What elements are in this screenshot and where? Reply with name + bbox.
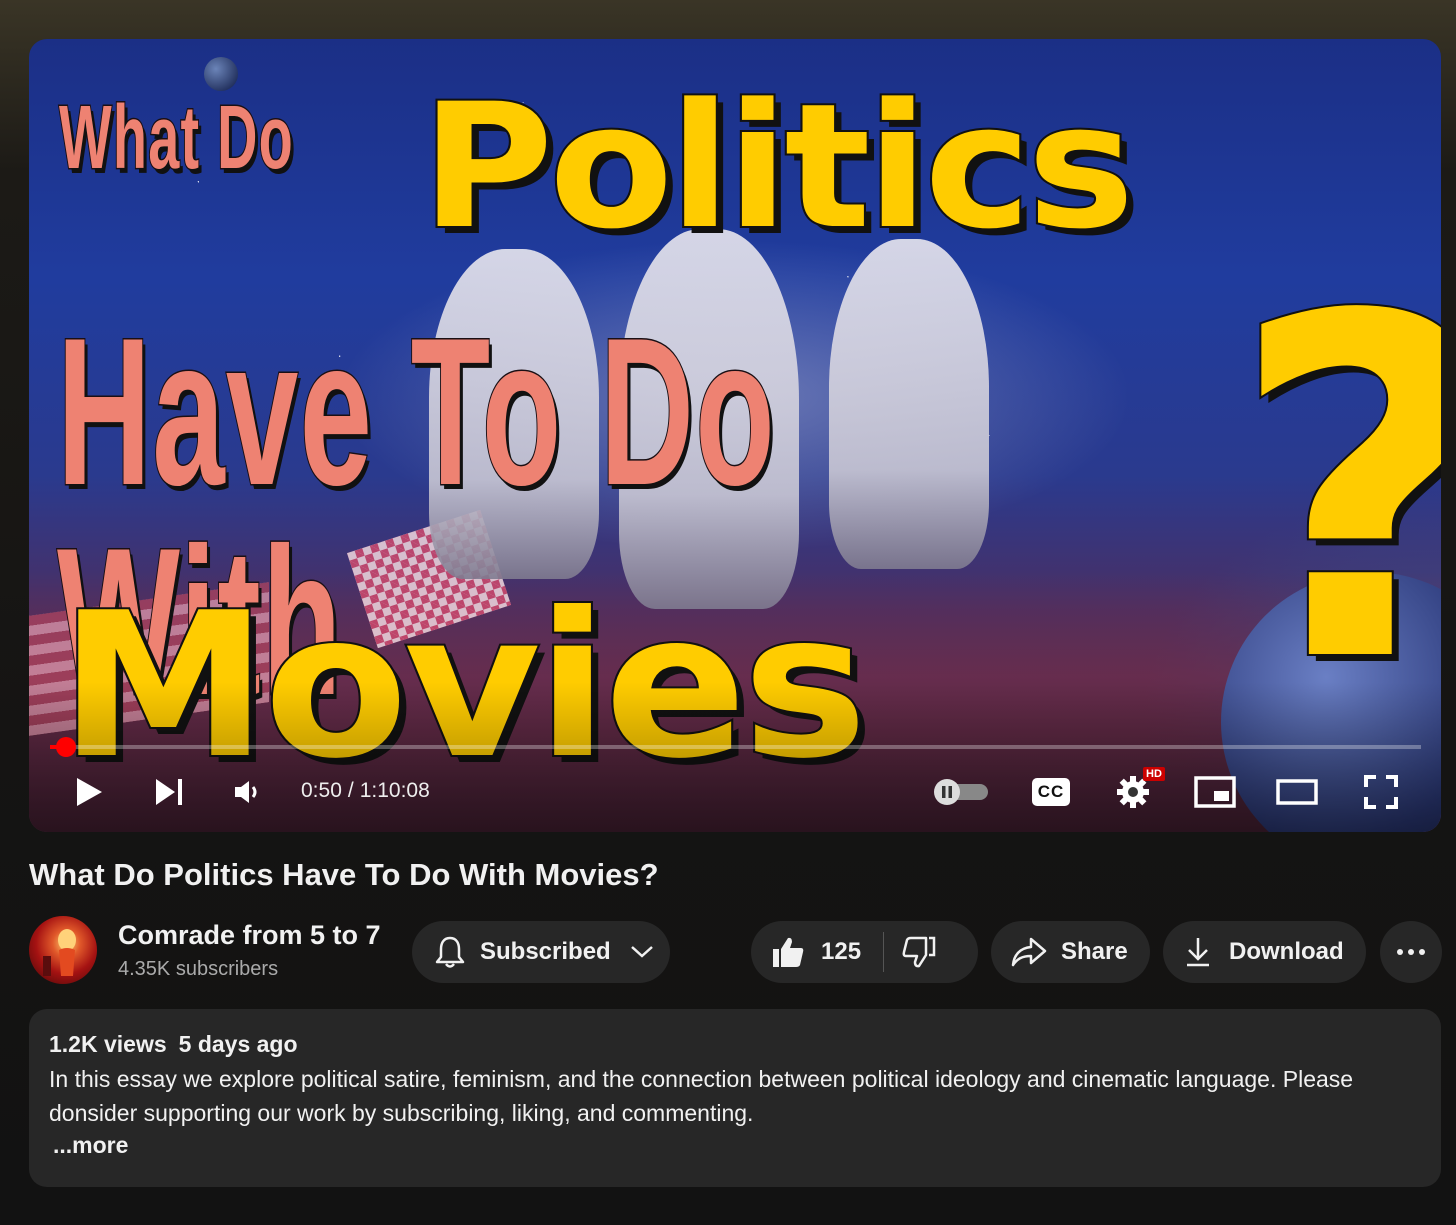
avatar-image (43, 929, 76, 976)
theater-mode-button[interactable] (1275, 769, 1319, 815)
view-count: 1.2K views (49, 1031, 167, 1057)
thumbs-up-icon (773, 937, 804, 967)
more-actions-button[interactable] (1380, 921, 1442, 983)
volume-icon (235, 781, 257, 803)
player-controls: 0:50 / 1:10:08 CC HD (29, 767, 1441, 815)
thumbnail-text-question-mark: ? (1227, 255, 1441, 729)
miniplayer-icon (1194, 776, 1236, 808)
captions-label: CC (1037, 782, 1065, 801)
theater-mode-icon (1276, 779, 1318, 805)
thumbnail-text-politics: Politics (419, 66, 1137, 267)
video-title: What Do Politics Have To Do With Movies? (29, 857, 659, 892)
subscribed-label: Subscribed (480, 938, 611, 965)
chevron-down-icon (630, 946, 653, 958)
channel-name[interactable]: Comrade from 5 to 7 (118, 920, 381, 951)
description-box[interactable]: 1.2K views 5 days ago In this essay we e… (29, 1009, 1441, 1187)
thumbnail-planet-small (204, 57, 238, 91)
subscribed-button[interactable]: Subscribed (412, 921, 670, 983)
fullscreen-button[interactable] (1359, 769, 1403, 815)
fullscreen-icon (1364, 775, 1398, 809)
description-meta: 1.2K views 5 days ago (49, 1031, 1421, 1058)
like-dislike-group: 125 (751, 921, 978, 983)
bell-icon (435, 936, 465, 968)
duration: 1:10:08 (359, 779, 430, 802)
share-label: Share (1061, 938, 1128, 965)
next-icon (156, 779, 182, 805)
like-button[interactable]: 125 (751, 935, 861, 969)
download-button[interactable]: Download (1163, 921, 1366, 983)
description-text: In this essay we explore political satir… (49, 1066, 1354, 1126)
autoplay-toggle-icon (934, 779, 988, 805)
volume-button[interactable] (227, 769, 267, 815)
captions-icon: CC (1032, 778, 1070, 806)
description-more-link[interactable]: ...more (49, 1132, 1421, 1159)
download-label: Download (1229, 938, 1344, 965)
miniplayer-button[interactable] (1193, 769, 1237, 815)
thumbnail-text-what-do: What Do (58, 87, 294, 190)
time-separator: / (347, 779, 354, 802)
channel-avatar[interactable] (29, 916, 97, 984)
play-icon (77, 778, 102, 806)
download-icon (1187, 938, 1209, 967)
current-time: 0:50 (301, 779, 342, 802)
autoplay-toggle[interactable] (931, 769, 991, 815)
share-button[interactable]: Share (991, 921, 1150, 983)
like-count: 125 (821, 938, 862, 965)
subscriber-count: 4.35K subscribers (118, 958, 279, 980)
video-player[interactable]: What Do Politics Have To Do With Movies … (29, 39, 1441, 832)
thumbs-down-icon (902, 936, 936, 968)
captions-button[interactable]: CC (1029, 769, 1073, 815)
share-icon (1011, 937, 1047, 967)
time-display: 0:50 / 1:10:08 (301, 779, 430, 803)
like-divider (883, 932, 885, 972)
play-button[interactable] (69, 769, 109, 815)
next-button[interactable] (149, 769, 189, 815)
progress-bar[interactable] (50, 737, 1421, 757)
upload-age: 5 days ago (178, 1031, 298, 1057)
dislike-button[interactable] (902, 935, 936, 969)
settings-button[interactable]: HD (1111, 767, 1165, 815)
more-horiz-icon (1397, 949, 1425, 955)
hd-badge: HD (1143, 767, 1165, 781)
